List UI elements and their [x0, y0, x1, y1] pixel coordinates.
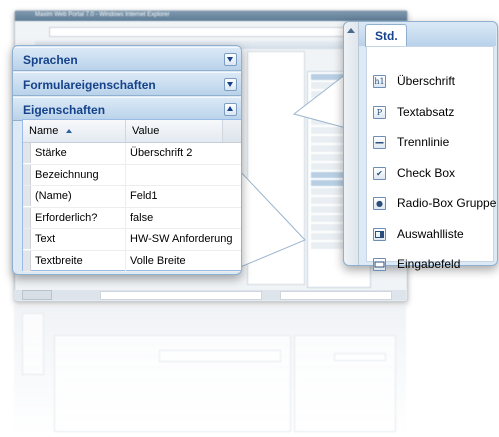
row-handle [23, 207, 31, 228]
background-button [22, 290, 52, 300]
tool-label: Eingabefeld [397, 257, 461, 271]
collapse-icon[interactable] [224, 103, 237, 116]
sort-ascending-icon [66, 129, 72, 133]
tool-textfield[interactable]: Eingabefeld [373, 255, 491, 275]
tool-divider[interactable]: Trennlinie [373, 133, 491, 153]
expand-icon[interactable] [224, 53, 237, 66]
reflection [14, 305, 406, 435]
tool-label: Überschrift [397, 74, 456, 88]
accordion-label: Formulareigenschaften [23, 78, 156, 92]
tool-heading[interactable]: h1 Überschrift [373, 72, 491, 92]
background-title: Maxim Web Portal 7.0 - Windows Internet … [35, 12, 170, 18]
tool-label: Auswahlliste [397, 227, 464, 241]
property-value[interactable]: false [130, 212, 153, 224]
checkbox-icon: ✔ [373, 167, 386, 180]
tool-label: Radio-Box Gruppe [397, 196, 497, 210]
table-row[interactable]: (Name) Feld1 [23, 186, 241, 208]
column-header-value[interactable]: Value [126, 120, 223, 142]
tab-label: Std. [375, 29, 398, 43]
heading-icon: h1 [373, 75, 386, 88]
row-handle [23, 143, 31, 163]
tool-label: Textabsatz [397, 105, 455, 119]
property-name: (Name) [35, 190, 72, 202]
properties-panel: Sprachen Formulareigenschaften Eigenscha… [12, 45, 242, 275]
tab-std[interactable]: Std. [365, 24, 407, 47]
accordion-formulareigenschaften[interactable]: Formulareigenschaften [13, 72, 241, 96]
property-name: Erforderlich? [35, 211, 98, 224]
expand-icon[interactable] [224, 78, 237, 91]
scrollbar[interactable] [344, 22, 359, 265]
table-row[interactable]: Stärke Überschrift 2 [23, 143, 241, 165]
accordion-sprachen[interactable]: Sprachen [13, 47, 241, 71]
background-titlebar: Maxim Web Portal 7.0 - Windows Internet … [15, 11, 407, 21]
textfield-icon [373, 258, 386, 271]
table-row[interactable]: Bezeichnung [23, 164, 241, 186]
background-address-bar [49, 27, 351, 37]
right-callout-pointer [292, 72, 347, 129]
column-header-name[interactable]: Name [23, 120, 126, 142]
property-value[interactable]: Volle Breite [130, 255, 186, 267]
tool-paragraph[interactable]: P Textabsatz [373, 103, 491, 123]
divider-icon [373, 136, 386, 149]
tool-listbox[interactable]: Auswahlliste [373, 225, 491, 245]
table-row[interactable]: Text HW-SW Anforderung [23, 229, 241, 251]
property-value[interactable]: Feld1 [130, 190, 158, 202]
paragraph-icon: P [373, 106, 386, 119]
tool-checkbox[interactable]: ✔ Check Box [373, 164, 491, 184]
tool-radio-group[interactable]: ● Radio-Box Gruppe [373, 194, 496, 214]
row-handle [23, 229, 31, 249]
property-name: Stärke [35, 147, 67, 159]
table-row[interactable]: Textbreite Volle Breite [23, 250, 241, 272]
row-handle [23, 250, 31, 271]
property-name: Bezeichnung [35, 168, 99, 181]
accordion-label: Eigenschaften [23, 103, 106, 117]
scroll-up-icon[interactable] [347, 28, 355, 33]
background-field [100, 291, 262, 300]
tool-label: Trennlinie [397, 135, 450, 149]
row-handle [23, 186, 31, 206]
property-value[interactable]: Überschrift 2 [130, 147, 192, 159]
row-handle [23, 164, 31, 185]
property-name: Text [35, 233, 56, 245]
property-name: Textbreite [35, 254, 83, 267]
column-label: Name [29, 125, 59, 137]
table-row[interactable]: Erforderlich? false [23, 207, 241, 229]
tool-label: Check Box [397, 166, 456, 180]
grid-header: Name Value [23, 120, 241, 143]
accordion-label: Sprachen [23, 53, 78, 67]
toolbox-list: h1 Überschrift P Textabsatz Trennlinie ✔… [366, 46, 496, 271]
column-header-spacer [223, 120, 241, 142]
accordion-eigenschaften[interactable]: Eigenschaften [13, 97, 241, 121]
background-field [280, 291, 392, 300]
radio-icon: ● [373, 197, 386, 210]
listbox-icon [373, 228, 386, 241]
tab-strip: Std. [359, 22, 496, 47]
toolbox-panel: Std. h1 Überschrift P Textabsatz Trennli… [343, 21, 498, 271]
property-value[interactable]: HW-SW Anforderung [130, 233, 233, 245]
column-label: Value [132, 125, 160, 137]
property-grid: Name Value Stärke Überschrift 2 Bezeichn… [22, 119, 241, 272]
